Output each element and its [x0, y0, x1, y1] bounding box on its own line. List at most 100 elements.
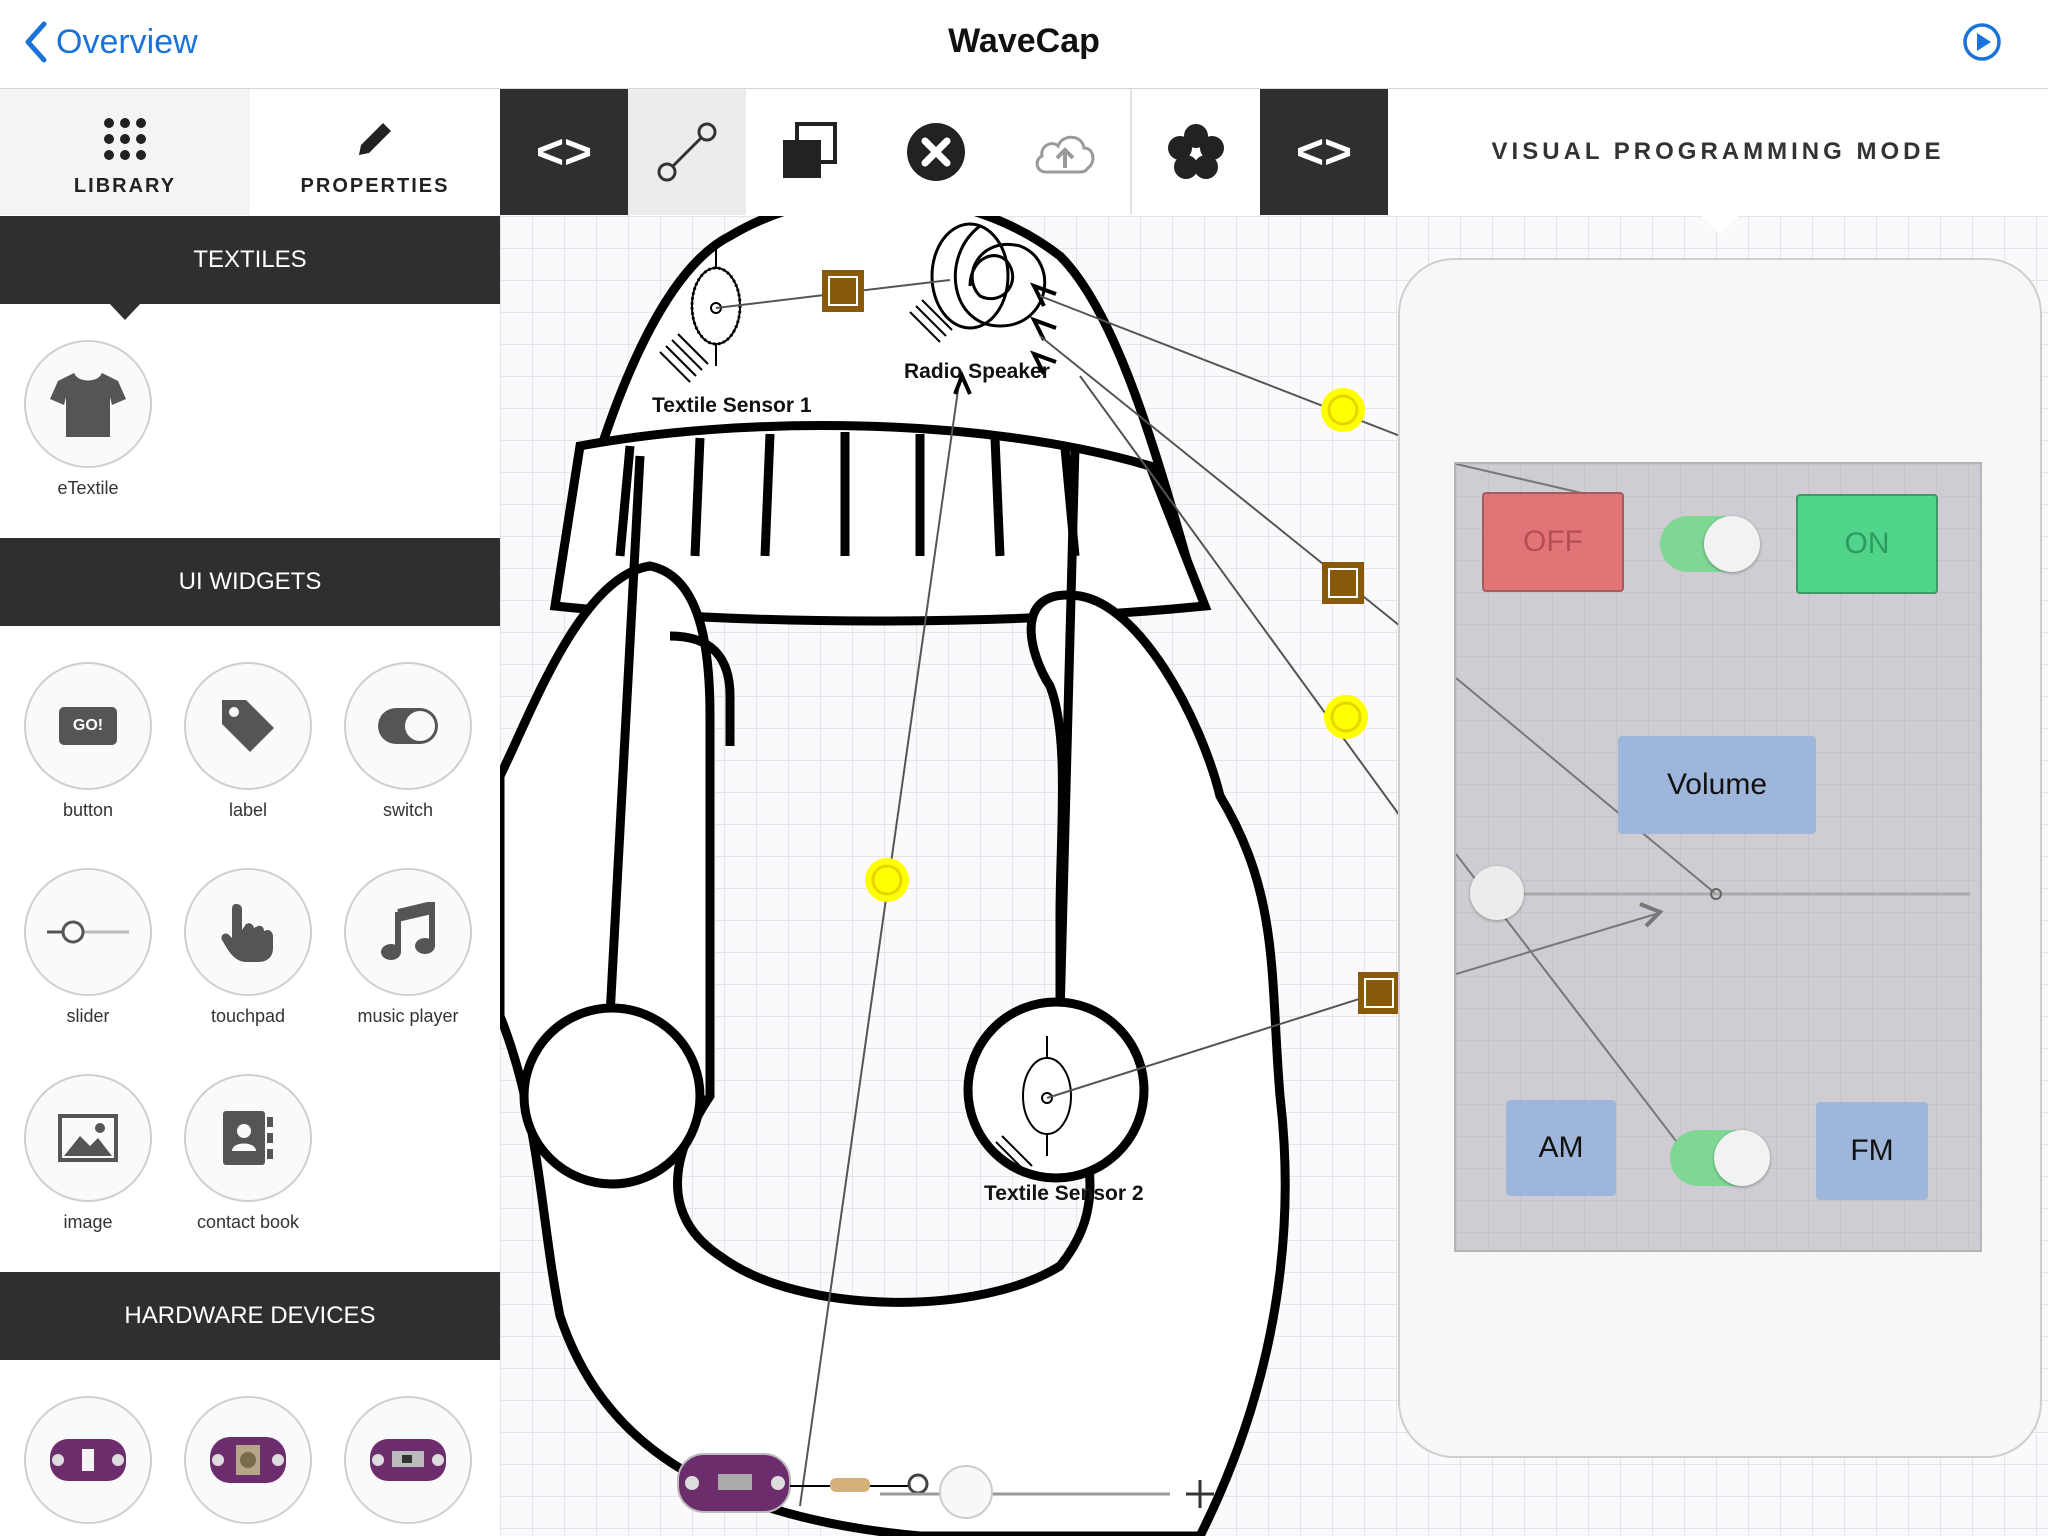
fm-button-label: FM: [1850, 1134, 1894, 1167]
touchpad-widget-circle[interactable]: [184, 868, 312, 996]
image-widget-circle[interactable]: [24, 1074, 152, 1202]
hardware-button-circle[interactable]: [184, 1396, 312, 1524]
label-widget-circle[interactable]: [184, 662, 312, 790]
phone-screen: OFF ON Volume AM FM: [1454, 462, 1982, 1252]
volume-label-text: Volume: [1666, 768, 1768, 801]
library-item-button[interactable]: GO! button: [18, 662, 158, 821]
switch-knob: [1714, 1130, 1770, 1186]
switch-knob: [1704, 516, 1760, 572]
code-brackets-icon: <>: [535, 125, 593, 179]
tab-library-label: LIBRARY: [73, 175, 177, 197]
tab-library[interactable]: LIBRARY: [0, 89, 250, 215]
fm-button[interactable]: FM: [1816, 1102, 1928, 1200]
item-label: slider: [66, 1006, 110, 1026]
upload-button[interactable]: [1000, 89, 1132, 215]
volume-slider-thumb[interactable]: [1470, 866, 1524, 920]
code-view-button[interactable]: <>: [500, 89, 628, 215]
library-item-image[interactable]: image: [18, 1074, 158, 1233]
am-button[interactable]: AM: [1506, 1100, 1616, 1196]
item-label: switch: [382, 800, 433, 820]
go-button-icon-text: GO!: [72, 717, 104, 734]
on-button[interactable]: ON: [1796, 494, 1938, 594]
node-brown-3[interactable]: [1358, 972, 1400, 1014]
nav-bar: Overview WaveCap: [0, 0, 2048, 90]
app-title: WaveCap: [948, 22, 1100, 60]
node-yellow-2[interactable]: [1324, 695, 1368, 739]
item-label: label: [228, 800, 268, 820]
section-header-label: HARDWARE DEVICES: [124, 1302, 376, 1329]
music-note-icon: [381, 902, 435, 960]
hardware-switch-circle[interactable]: [344, 1396, 472, 1524]
hand-pointer-icon: [221, 904, 273, 962]
etextile-circle[interactable]: [24, 340, 152, 468]
node-yellow-1[interactable]: [1321, 388, 1365, 432]
contact-book-widget-circle[interactable]: [184, 1074, 312, 1202]
mode-label: VISUAL PROGRAMMING MODE: [1491, 138, 1945, 165]
button-widget-circle[interactable]: GO!: [24, 662, 152, 790]
close-circle-icon: [907, 123, 965, 181]
tab-pointer: [108, 302, 142, 320]
band-switch[interactable]: [1670, 1130, 1770, 1186]
library-item-label[interactable]: label: [178, 662, 318, 821]
library-item-touchpad[interactable]: touchpad: [178, 868, 318, 1027]
mode-pointer: [1700, 214, 1740, 236]
go-button-icon: GO!: [59, 707, 117, 745]
duplicate-icon: [783, 122, 837, 178]
slider-widget-circle[interactable]: [24, 868, 152, 996]
contact-book-icon: [223, 1111, 273, 1165]
node-brown-2[interactable]: [1322, 562, 1364, 604]
library-item-switch[interactable]: switch: [338, 662, 478, 821]
section-header-ui-widgets: UI WIDGETS: [0, 538, 500, 626]
section-header-textiles: TEXTILES: [0, 216, 500, 304]
library-item-contact-book[interactable]: contact book: [178, 1074, 318, 1233]
delete-button[interactable]: [872, 89, 1000, 215]
pencil-icon: [359, 123, 391, 155]
item-label: eTextile: [57, 478, 119, 498]
lilypad-led-icon: [50, 1439, 126, 1481]
library-item-music-player[interactable]: music player: [338, 868, 478, 1027]
item-label: image: [63, 1212, 113, 1232]
slider-icon: [47, 920, 129, 944]
am-button-label: AM: [1538, 1131, 1584, 1164]
switch-widget-circle[interactable]: [344, 662, 472, 790]
library-item-slider[interactable]: slider: [18, 868, 158, 1027]
music-player-widget-circle[interactable]: [344, 868, 472, 996]
code-mode-button[interactable]: <>: [1260, 89, 1388, 215]
on-button-label: ON: [1844, 527, 1890, 560]
duplicate-button[interactable]: [746, 89, 872, 215]
flower-icon: [1168, 124, 1224, 179]
canvas-slider-thumb[interactable]: [939, 1465, 993, 1519]
off-button-label: OFF: [1523, 525, 1583, 558]
lilypad-switch-board[interactable]: [677, 1453, 791, 1513]
node-brown-1[interactable]: [822, 270, 864, 312]
item-label: music player: [357, 1006, 459, 1026]
flower-button[interactable]: [1132, 89, 1260, 215]
picture-icon: [58, 1114, 118, 1162]
tab-properties-label: PROPERTIES: [300, 175, 450, 197]
item-label: button: [62, 800, 114, 820]
section-header-label: UI WIDGETS: [178, 568, 322, 595]
connect-tool-button[interactable]: [628, 89, 746, 215]
section-header-label: TEXTILES: [193, 246, 307, 273]
power-switch[interactable]: [1660, 516, 1760, 572]
grid-dots-icon: [104, 118, 146, 160]
tag-icon: [222, 700, 274, 752]
sensor1-label: Textile Sensor 1: [652, 394, 812, 417]
toggle-icon: [378, 708, 438, 744]
node-yellow-3[interactable]: [865, 858, 909, 902]
library-item-hardware-led[interactable]: [18, 1396, 158, 1524]
connect-line-icon: [657, 122, 717, 182]
lilypad-switch-icon: [370, 1439, 446, 1481]
volume-label-widget[interactable]: Volume: [1618, 736, 1816, 834]
off-button[interactable]: OFF: [1482, 492, 1624, 592]
play-icon[interactable]: [1962, 22, 2002, 62]
speaker-label: Radio Speaker: [904, 360, 1050, 383]
library-sidebar: TEXTILES eTextile UI WIDGETS GO! button …: [0, 216, 500, 1536]
library-item-hardware-switch[interactable]: [338, 1396, 478, 1524]
library-item-etextile[interactable]: eTextile: [18, 340, 158, 499]
item-label: touchpad: [210, 1006, 286, 1026]
tab-properties[interactable]: PROPERTIES: [250, 89, 500, 215]
toolbar: LIBRARY PROPERTIES <> <> VISUAL PROGRAMM…: [0, 89, 2048, 215]
hardware-led-circle[interactable]: [24, 1396, 152, 1524]
library-item-hardware-button[interactable]: [178, 1396, 318, 1524]
